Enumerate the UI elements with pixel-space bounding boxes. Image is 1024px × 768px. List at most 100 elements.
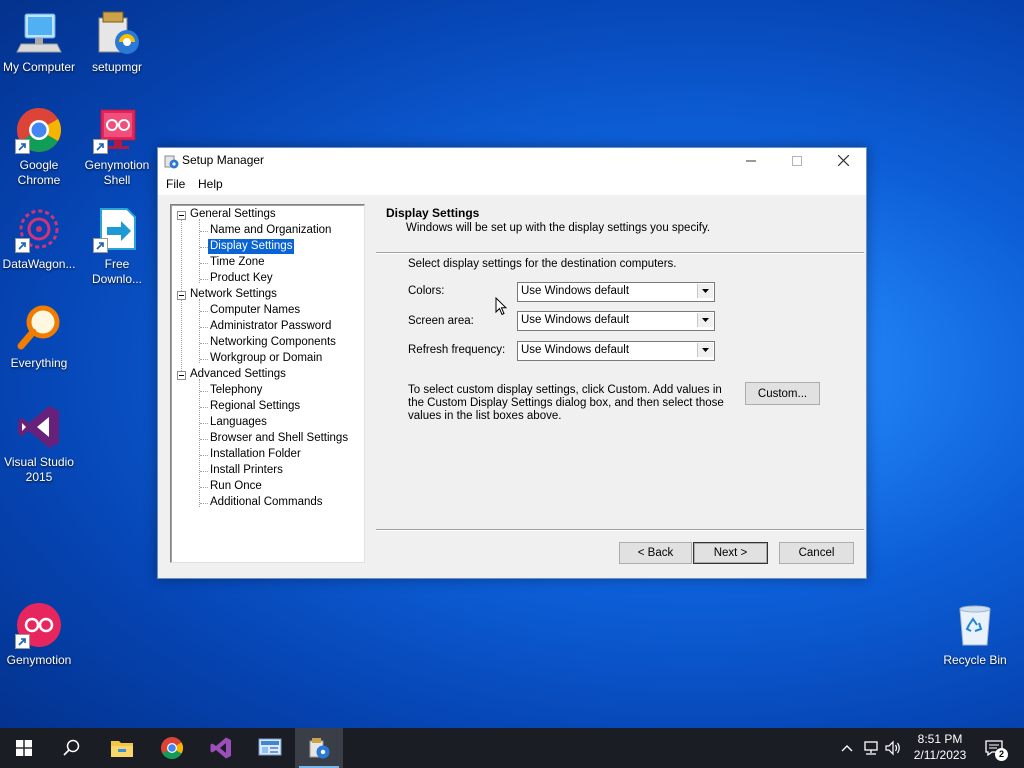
dropdown-arrow-icon[interactable] bbox=[697, 343, 713, 357]
desktop-icon-label: Google Chrome bbox=[17, 158, 61, 187]
maximize-button[interactable] bbox=[774, 148, 820, 173]
shortcut-arrow-icon bbox=[15, 238, 30, 253]
screen-area-label: Screen area: bbox=[408, 315, 474, 327]
footer-divider bbox=[376, 529, 864, 531]
tree-item-additional-commands[interactable]: Additional Commands bbox=[208, 495, 325, 510]
tree-group-network-settings[interactable]: Network Settings bbox=[188, 287, 279, 302]
custom-button[interactable]: Custom... bbox=[745, 382, 820, 405]
shortcut-arrow-icon bbox=[15, 139, 30, 154]
dropdown-arrow-icon[interactable] bbox=[697, 313, 713, 327]
shortcut-arrow-icon bbox=[15, 634, 30, 649]
desktop-icon-setupmgr[interactable]: setupmgr bbox=[78, 8, 156, 75]
minimize-icon bbox=[746, 160, 756, 161]
colors-value: Use Windows default bbox=[521, 285, 630, 297]
action-center-button[interactable]: 2 bbox=[980, 728, 1008, 768]
chevron-up-icon bbox=[841, 745, 853, 752]
desktop-icon-label: My Computer bbox=[2, 60, 76, 74]
tree-item-workgroup-or-domain[interactable]: Workgroup or Domain bbox=[208, 351, 324, 366]
setupmgr-icon bbox=[93, 8, 141, 56]
next-button[interactable]: Next > bbox=[693, 542, 768, 564]
desktop-icon-label: DataWagon... bbox=[2, 257, 76, 271]
setup-manager-window: Setup Manager File Help General Settings… bbox=[157, 147, 867, 579]
title-bar[interactable]: Setup Manager bbox=[158, 148, 866, 173]
tree-item-browser-and-shell-settings[interactable]: Browser and Shell Settings bbox=[208, 431, 350, 446]
tree-item-administrator-password[interactable]: Administrator Password bbox=[208, 319, 333, 334]
start-button[interactable] bbox=[0, 728, 48, 768]
close-button[interactable] bbox=[820, 148, 866, 173]
dropdown-arrow-icon[interactable] bbox=[697, 284, 713, 298]
tree-item-computer-names[interactable]: Computer Names bbox=[208, 303, 302, 318]
chrome-icon bbox=[15, 106, 63, 154]
tree-group-general-settings[interactable]: General Settings bbox=[188, 207, 278, 222]
tree-item-time-zone[interactable]: Time Zone bbox=[208, 255, 267, 270]
clock-date: 2/11/2023 bbox=[913, 748, 967, 762]
setupmgr-app-icon bbox=[163, 153, 179, 172]
desktop-icon-genymotion-shell[interactable]: Genymotion Shell bbox=[78, 106, 156, 188]
minimize-button[interactable] bbox=[728, 148, 774, 173]
screen-area-select[interactable]: Use Windows default bbox=[517, 311, 715, 331]
taskbar-control-panel[interactable] bbox=[246, 728, 294, 768]
computer-icon bbox=[15, 8, 63, 56]
tree-item-display-settings[interactable]: Display Settings bbox=[208, 239, 295, 254]
control-panel-icon bbox=[258, 738, 282, 756]
taskbar-chrome[interactable] bbox=[148, 728, 196, 768]
back-button[interactable]: < Back bbox=[619, 542, 692, 564]
refresh-frequency-value: Use Windows default bbox=[521, 344, 630, 356]
notification-count-badge: 2 bbox=[995, 748, 1008, 761]
tree-item-installation-folder[interactable]: Installation Folder bbox=[208, 447, 303, 462]
refresh-frequency-label: Refresh frequency: bbox=[408, 344, 506, 356]
tree-group-advanced-settings[interactable]: Advanced Settings bbox=[188, 367, 288, 382]
desktop-icon-label: Everything bbox=[10, 356, 68, 370]
desktop-icon-recycle-bin[interactable]: Recycle Bin bbox=[936, 601, 1014, 668]
collapse-general-settings[interactable] bbox=[177, 211, 186, 220]
custom-info-text: To select custom display settings, click… bbox=[408, 384, 724, 422]
clock[interactable]: 8:51 PM 2/11/2023 bbox=[905, 731, 975, 763]
close-icon bbox=[837, 155, 849, 166]
tree-item-run-once[interactable]: Run Once bbox=[208, 479, 264, 494]
desktop-icon-label: Free Downlo... bbox=[91, 257, 143, 286]
tree-item-regional-settings[interactable]: Regional Settings bbox=[208, 399, 302, 414]
recycle-bin-icon bbox=[951, 601, 999, 649]
collapse-advanced-settings[interactable] bbox=[177, 371, 186, 380]
tree-item-product-key[interactable]: Product Key bbox=[208, 271, 275, 286]
desktop-icon-label: Genymotion bbox=[6, 653, 72, 667]
datawagon-icon bbox=[15, 205, 63, 253]
taskbar-setup-manager[interactable] bbox=[295, 728, 343, 768]
colors-select[interactable]: Use Windows default bbox=[517, 282, 715, 302]
taskbar-visual-studio[interactable] bbox=[197, 728, 245, 768]
shortcut-arrow-icon bbox=[93, 139, 108, 154]
chrome-icon bbox=[161, 737, 183, 759]
desktop-icon-my-computer[interactable]: My Computer bbox=[0, 8, 78, 75]
settings-tree[interactable]: General Settings Name and Organization D… bbox=[170, 204, 365, 563]
window-title: Setup Manager bbox=[182, 153, 265, 167]
maximize-icon bbox=[792, 155, 802, 166]
cancel-button[interactable]: Cancel bbox=[779, 542, 854, 564]
tree-item-install-printers[interactable]: Install Printers bbox=[208, 463, 285, 478]
desktop-icon-genymotion[interactable]: Genymotion bbox=[0, 601, 78, 668]
volume-button[interactable] bbox=[882, 728, 904, 768]
taskbar-file-explorer[interactable] bbox=[98, 728, 146, 768]
menu-help[interactable]: Help bbox=[198, 177, 223, 191]
tree-item-name-and-organization[interactable]: Name and Organization bbox=[208, 223, 333, 238]
network-icon bbox=[864, 741, 878, 755]
visual-studio-icon bbox=[210, 737, 231, 759]
everything-search-icon bbox=[15, 304, 63, 352]
desktop-icon-free-download[interactable]: Free Downlo... bbox=[78, 205, 156, 287]
collapse-network-settings[interactable] bbox=[177, 291, 186, 300]
network-button[interactable] bbox=[860, 728, 882, 768]
desktop-icon-google-chrome[interactable]: Google Chrome bbox=[0, 106, 78, 188]
tree-item-networking-components[interactable]: Networking Components bbox=[208, 335, 338, 350]
tree-item-telephony[interactable]: Telephony bbox=[208, 383, 264, 398]
refresh-frequency-select[interactable]: Use Windows default bbox=[517, 341, 715, 361]
taskbar: 8:51 PM 2/11/2023 2 bbox=[0, 728, 1024, 768]
instruction-text: Select display settings for the destinat… bbox=[408, 258, 677, 270]
desktop-icon-visual-studio-2015[interactable]: Visual Studio 2015 bbox=[0, 403, 78, 485]
search-button[interactable] bbox=[48, 728, 96, 768]
free-download-icon bbox=[93, 205, 141, 253]
search-icon bbox=[63, 739, 80, 756]
show-hidden-icons-button[interactable] bbox=[838, 728, 856, 768]
menu-file[interactable]: File bbox=[166, 177, 185, 191]
desktop-icon-datawagon[interactable]: DataWagon... bbox=[0, 205, 78, 272]
tree-item-languages[interactable]: Languages bbox=[208, 415, 269, 430]
desktop-icon-everything[interactable]: Everything bbox=[0, 304, 78, 371]
